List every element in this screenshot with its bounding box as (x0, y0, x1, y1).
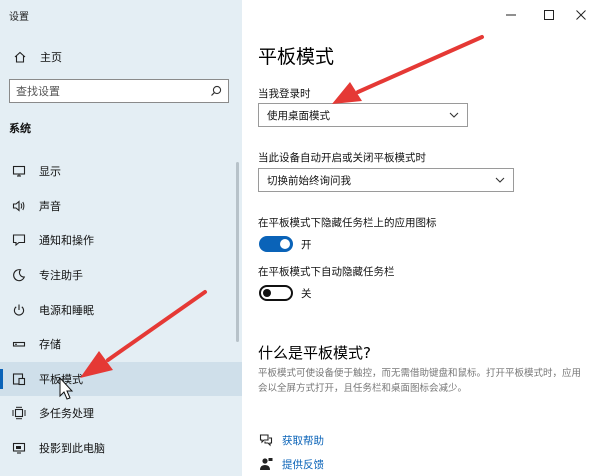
hide-icons-state: 开 (301, 239, 312, 251)
project-icon (11, 440, 27, 456)
auto-switch-value: 切换前始终询问我 (267, 174, 351, 187)
signin-label: 当我登录时 (258, 88, 311, 100)
page-title: 平板模式 (258, 46, 335, 68)
what-is-description: 平板模式可使设备便于触控，而无需借助键盘和鼠标。打开平板模式时，应用会以全屏方式… (258, 368, 582, 394)
sidebar-item-label: 电源和睡眠 (39, 303, 94, 317)
feedback-link-label[interactable]: 提供反馈 (282, 457, 324, 472)
sidebar-item-multitasking[interactable]: 多任务处理 (0, 396, 242, 431)
auto-switch-label: 当此设备自动开启或关闭平板模式时 (258, 152, 426, 164)
hide-icons-toggle[interactable] (259, 236, 293, 252)
monitor-icon (11, 163, 27, 179)
toggle-knob (263, 289, 271, 297)
home-icon (12, 49, 28, 65)
sidebar-item-label: 专注助手 (39, 269, 83, 283)
auto-hide-state: 关 (301, 288, 312, 300)
what-is-title: 什么是平板模式? (258, 344, 371, 362)
sidebar-item-storage[interactable]: 存储 (0, 327, 242, 362)
help-link[interactable]: 获取帮助 (258, 432, 324, 448)
sidebar-item-label: 多任务处理 (39, 407, 94, 421)
sidebar-item-focus-assist[interactable]: 专注助手 (0, 258, 242, 293)
sidebar-item-tablet-mode[interactable]: 平板模式 (0, 361, 242, 397)
moon-icon (11, 267, 27, 283)
auto-hide-toggle[interactable] (259, 285, 293, 301)
tablet-mode-icon (11, 371, 27, 387)
help-link-label[interactable]: 获取帮助 (282, 433, 324, 448)
speaker-icon (11, 198, 27, 214)
multitask-icon (11, 405, 27, 421)
sidebar-item-sound[interactable]: 声音 (0, 189, 242, 224)
nav-list: 显示 声音 通知和操作 专注助手 电源和睡眠 存储 平板模式 多任务处理 投影到… (0, 154, 242, 465)
auto-hide-label: 在平板模式下自动隐藏任务栏 (258, 266, 395, 278)
signin-mode-select[interactable]: 使用桌面模式 (258, 103, 468, 127)
section-title: 系统 (9, 122, 31, 135)
sidebar-item-label: 声音 (39, 199, 61, 213)
feedback-link[interactable]: 提供反馈 (258, 456, 324, 472)
chevron-down-icon (449, 112, 459, 118)
search-input[interactable] (10, 80, 204, 102)
sidebar-item-power-sleep[interactable]: 电源和睡眠 (0, 292, 242, 327)
nav-home[interactable]: 主页 (0, 44, 242, 70)
sidebar-item-label: 投影到此电脑 (39, 442, 105, 456)
search-icon[interactable] (204, 80, 228, 102)
hide-icons-label: 在平板模式下隐藏任务栏上的应用图标 (258, 217, 437, 229)
sidebar-item-label: 存储 (39, 338, 61, 352)
feedback-person-icon (258, 456, 274, 472)
power-icon (11, 302, 27, 318)
help-chat-icon (258, 432, 274, 448)
toggle-knob (280, 239, 290, 249)
sidebar-item-project-to-pc[interactable]: 投影到此电脑 (0, 431, 242, 466)
main-panel: 平板模式 当我登录时 使用桌面模式 当此设备自动开启或关闭平板模式时 切换前始终… (242, 0, 600, 476)
notification-icon (11, 232, 27, 248)
sidebar-item-label: 平板模式 (39, 372, 83, 386)
sidebar-item-display[interactable]: 显示 (0, 154, 242, 189)
chevron-down-icon (495, 177, 505, 183)
signin-mode-value: 使用桌面模式 (267, 109, 330, 122)
sidebar-item-label: 显示 (39, 165, 61, 179)
storage-icon (11, 336, 27, 352)
search-box[interactable] (9, 79, 229, 103)
nav-home-label: 主页 (40, 51, 62, 64)
sidebar-item-notifications[interactable]: 通知和操作 (0, 223, 242, 258)
auto-switch-select[interactable]: 切换前始终询问我 (258, 168, 514, 192)
app-title: 设置 (9, 12, 29, 23)
sidebar-scrollbar[interactable] (236, 162, 239, 342)
sidebar-item-label: 通知和操作 (39, 234, 94, 248)
sidebar: 设置 主页 系统 显示 声音 通知和操作 (0, 0, 242, 476)
